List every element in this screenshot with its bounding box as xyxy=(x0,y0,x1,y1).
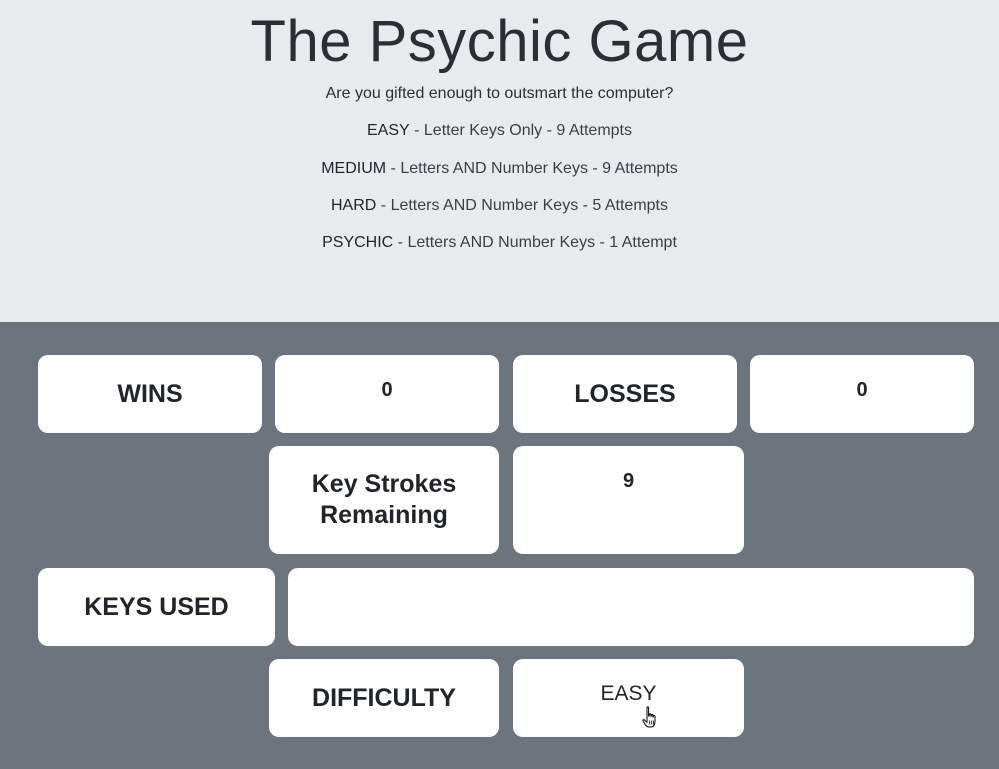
difficulty-description-hard: HARD - Letters AND Number Keys - 5 Attem… xyxy=(0,197,999,215)
keystrokes-remaining-value: 9 xyxy=(513,446,744,554)
difficulty-label: DIFFICULTY xyxy=(269,659,499,737)
keystrokes-remaining-label: Key Strokes Remaining xyxy=(269,446,499,554)
difficulty-level-desc: - Letters AND Number Keys - 1 Attempt xyxy=(393,234,677,251)
losses-value: 0 xyxy=(750,355,974,433)
page-title: The Psychic Game xyxy=(250,9,749,74)
difficulty-level-desc: - Letters AND Number Keys - 9 Attempts xyxy=(386,160,678,177)
hand-pointer-icon xyxy=(642,706,656,728)
difficulty-level-desc: - Letters AND Number Keys - 5 Attempts xyxy=(376,197,668,214)
difficulty-level-name: PSYCHIC xyxy=(322,234,394,251)
difficulty-description-medium: MEDIUM - Letters AND Number Keys - 9 Att… xyxy=(0,160,999,178)
wins-label: WINS xyxy=(38,355,262,433)
losses-label: LOSSES xyxy=(513,355,737,433)
difficulty-level-name: HARD xyxy=(331,197,377,214)
difficulty-level-desc: - Letter Keys Only - 9 Attempts xyxy=(409,122,632,139)
page-subtitle: Are you gifted enough to outsmart the co… xyxy=(325,85,674,102)
wins-value: 0 xyxy=(275,355,499,433)
difficulty-level-name: MEDIUM xyxy=(321,160,387,177)
keys-used-label: KEYS USED xyxy=(38,568,275,646)
difficulty-description-easy: EASY - Letter Keys Only - 9 Attempts xyxy=(0,122,999,140)
difficulty-level-name: EASY xyxy=(367,122,410,139)
difficulty-toggle-button[interactable]: EASY xyxy=(513,659,744,737)
header-section: The Psychic Game Are you gifted enough t… xyxy=(0,0,999,322)
difficulty-description-psychic: PSYCHIC - Letters AND Number Keys - 1 At… xyxy=(0,234,999,252)
keys-used-value xyxy=(288,568,974,646)
